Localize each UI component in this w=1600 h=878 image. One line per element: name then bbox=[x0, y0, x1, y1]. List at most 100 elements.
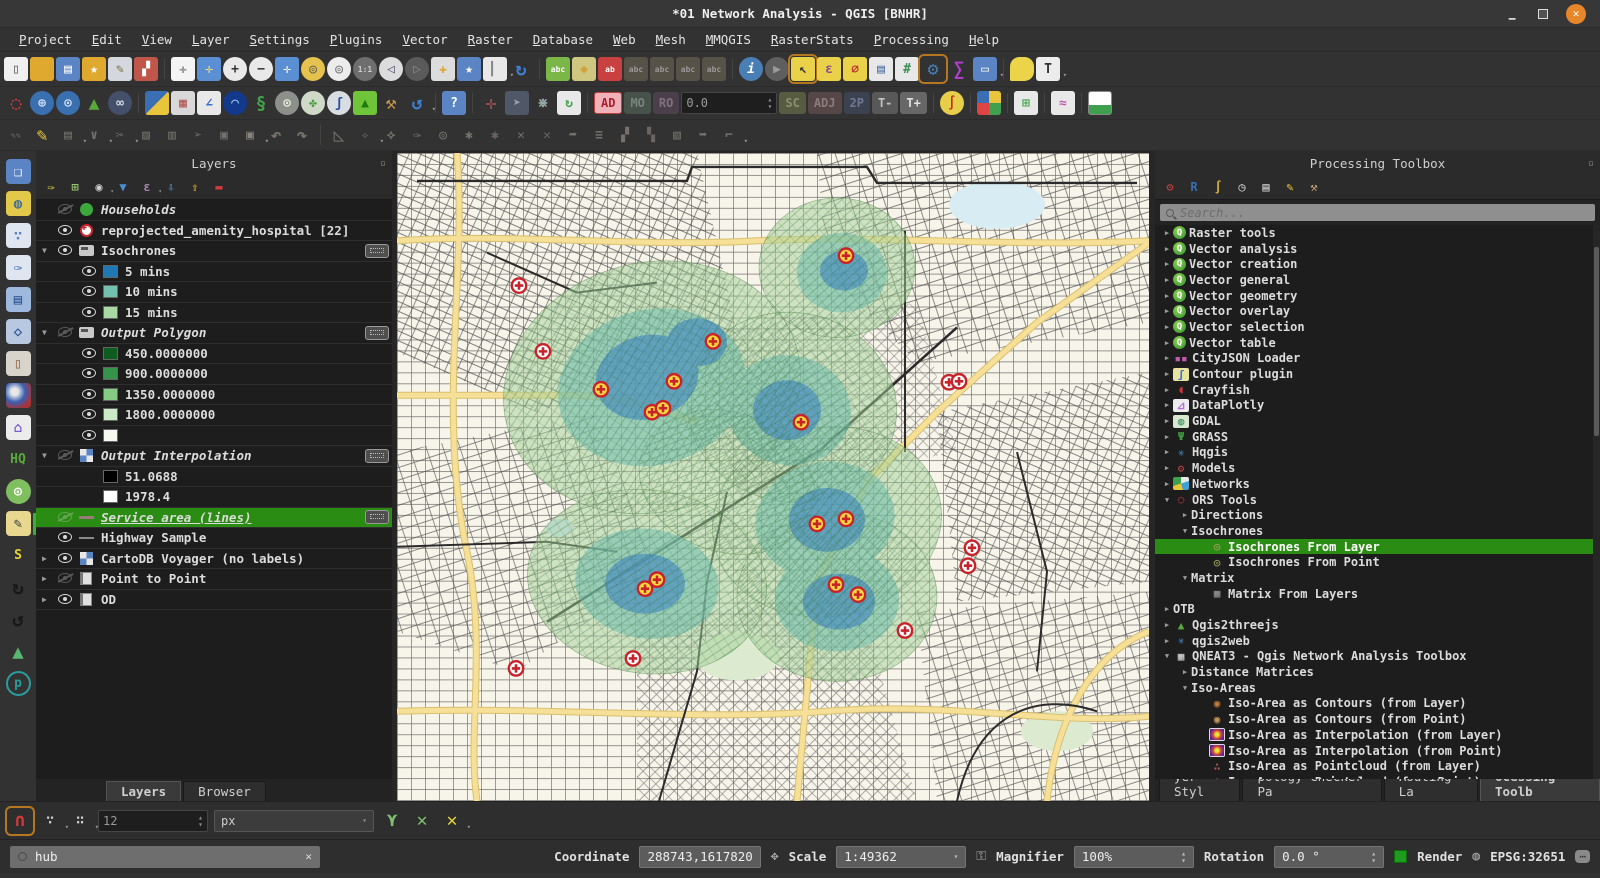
layer-row[interactable]: Households bbox=[36, 200, 392, 221]
processing-row[interactable]: ▼▦QNEAT3 - Qgis Network Analysis Toolbox bbox=[1155, 649, 1600, 665]
self-snapping-icon[interactable]: ✕▾ bbox=[440, 809, 464, 833]
letter-s-icon[interactable]: S bbox=[6, 543, 31, 568]
menu-view[interactable]: View bbox=[133, 30, 181, 49]
expand-icon[interactable]: ▼ bbox=[1161, 652, 1173, 660]
undo-history-icon[interactable]: ↺▾ bbox=[405, 91, 429, 115]
add-ring-icon[interactable]: ◎ bbox=[431, 123, 455, 147]
layer-row[interactable]: 5 mins bbox=[36, 262, 392, 283]
edit-features-inplace-icon[interactable]: ✎ bbox=[1281, 178, 1299, 196]
expand-icon[interactable]: ▼ bbox=[1179, 527, 1191, 535]
style-manager-icon[interactable]: ▞ bbox=[134, 57, 158, 81]
processing-row[interactable]: ▶◍GDAL bbox=[1155, 413, 1600, 429]
expand-icon[interactable]: ▶ bbox=[1161, 480, 1173, 488]
adj-button[interactable]: ADJ bbox=[808, 92, 842, 114]
expand-icon[interactable]: ▶ bbox=[1179, 511, 1191, 519]
processing-row[interactable]: ▼Matrix bbox=[1155, 570, 1600, 586]
leaf-plugin-icon[interactable]: ✤ bbox=[301, 91, 325, 115]
manage-visibility-icon[interactable]: ◉▾ bbox=[90, 178, 108, 196]
processing-row[interactable]: ◎Isochrones From Point bbox=[1155, 554, 1600, 570]
select-features-icon[interactable]: ↖▾ bbox=[791, 57, 815, 81]
snapping-type-icon[interactable]: ∷▾ bbox=[68, 809, 92, 833]
layer-row[interactable]: ▶CartoDB Voyager (no labels) bbox=[36, 549, 392, 570]
expand-icon[interactable]: ▼ bbox=[42, 451, 55, 460]
profile-tool-icon[interactable]: ∠ bbox=[197, 91, 221, 115]
reshape-features-icon[interactable]: ➦ bbox=[561, 123, 585, 147]
open-project-icon[interactable] bbox=[30, 57, 54, 81]
terrain-plugin-icon[interactable]: ▲ bbox=[353, 91, 377, 115]
zoom-full-icon[interactable]: ✛ bbox=[275, 57, 299, 81]
menu-raster[interactable]: Raster bbox=[459, 30, 522, 49]
maximize-button[interactable] bbox=[1538, 9, 1548, 19]
menu-vector[interactable]: Vector bbox=[393, 30, 456, 49]
visibility-eye-icon[interactable] bbox=[58, 327, 73, 338]
snapping-tolerance-spinbox[interactable]: 12▴▾ bbox=[98, 810, 208, 832]
expand-icon[interactable]: ▶ bbox=[1161, 401, 1173, 409]
pin-placement-icon[interactable]: ➤ bbox=[505, 91, 529, 115]
vertex-tool-icon[interactable]: ✂▾ bbox=[108, 123, 132, 147]
run-feature-action-icon[interactable]: ▶▾ bbox=[765, 57, 789, 81]
layer-row[interactable]: 1978.4 bbox=[36, 487, 392, 508]
add-wms-layer-icon[interactable]: ◍ bbox=[6, 191, 31, 216]
add-group-icon[interactable]: ⊞ bbox=[66, 178, 84, 196]
delete-part-icon[interactable]: ✕ bbox=[535, 123, 559, 147]
zoom-in-icon[interactable]: + bbox=[223, 57, 247, 81]
zoom-out-icon[interactable]: − bbox=[249, 57, 273, 81]
copy-features-icon[interactable]: ▣ bbox=[212, 123, 236, 147]
lock-scale-icon[interactable]: ⚿ bbox=[976, 849, 986, 864]
remove-layer-icon[interactable]: ▬ bbox=[210, 178, 228, 196]
visibility-eye-icon[interactable] bbox=[58, 450, 73, 461]
save-project-icon[interactable]: ▤ bbox=[56, 57, 80, 81]
build-tool-icon[interactable]: ⚒ bbox=[379, 91, 403, 115]
processing-row[interactable]: ▶QVector creation bbox=[1155, 256, 1600, 272]
dataplotly-curves-icon[interactable]: ≈ bbox=[1051, 91, 1075, 115]
processing-row[interactable]: ▶QVector analysis bbox=[1155, 241, 1600, 257]
edit-indicator-badge[interactable] bbox=[365, 326, 389, 340]
open-layer-styling-icon[interactable]: ✑ bbox=[42, 178, 60, 196]
text-annotation-icon[interactable]: T▾ bbox=[1036, 57, 1060, 81]
pan-to-selection-icon[interactable]: ✛ bbox=[197, 57, 221, 81]
osm-place-search-icon[interactable]: ⊙ bbox=[6, 479, 31, 504]
processing-row[interactable]: ∴Iso-Area as Pointcloud (from Layer) bbox=[1155, 758, 1600, 774]
layer-row[interactable]: 1800.0000000 bbox=[36, 405, 392, 426]
minimize-button[interactable]: ▁ bbox=[1504, 6, 1520, 22]
menu-edit[interactable]: Edit bbox=[83, 30, 131, 49]
expand-icon[interactable]: ▼ bbox=[1161, 496, 1173, 504]
expand-icon[interactable]: ▶ bbox=[1161, 448, 1173, 456]
p-plugin-icon[interactable]: p bbox=[6, 671, 31, 696]
snapping-units-combo[interactable]: px▾ bbox=[214, 810, 374, 832]
menu-project[interactable]: Project bbox=[10, 30, 81, 49]
layer-row[interactable]: ▼Output Interpolation bbox=[36, 446, 392, 467]
mo-button[interactable]: MO bbox=[624, 92, 650, 114]
processing-row[interactable]: ◎Isochrones From Layer bbox=[1155, 539, 1600, 555]
expand-icon[interactable]: ▶ bbox=[1161, 621, 1173, 629]
split-features-icon[interactable]: ▞ bbox=[613, 123, 637, 147]
merge-features-icon[interactable]: ▧ bbox=[665, 123, 689, 147]
osm-sphere-icon[interactable]: ◠ bbox=[223, 91, 247, 115]
menu-plugins[interactable]: Plugins bbox=[321, 30, 392, 49]
processing-row[interactable]: ▶Networks bbox=[1155, 476, 1600, 492]
statistics-icon[interactable]: # bbox=[895, 57, 919, 81]
statistical-summary-icon[interactable]: ∑ bbox=[947, 57, 971, 81]
python-scripts-icon[interactable]: ∫ bbox=[1209, 178, 1227, 196]
deselect-features-icon[interactable]: ∅ bbox=[843, 57, 867, 81]
visibility-eye-icon[interactable] bbox=[58, 512, 73, 523]
processing-row[interactable]: ▼Iso-Areas bbox=[1155, 680, 1600, 696]
processing-row[interactable]: Iso-Area as Interpolation (from Point) bbox=[1155, 743, 1600, 759]
delete-ring-icon[interactable]: ✕ bbox=[509, 123, 533, 147]
label-move-icon[interactable]: abc bbox=[650, 57, 674, 81]
enable-snapping-icon[interactable]: ∩ bbox=[8, 809, 32, 833]
add-delimited-text-icon[interactable]: ✑ bbox=[6, 255, 31, 280]
vertex-network-icon[interactable]: ⋇ bbox=[531, 91, 555, 115]
processing-row[interactable]: ▼◌ORS Tools bbox=[1155, 492, 1600, 508]
db-manager-icon[interactable]: ▯ bbox=[6, 351, 31, 376]
expand-icon[interactable]: ▶ bbox=[1161, 276, 1173, 284]
processing-row[interactable]: ▶▲Qgis2threejs bbox=[1155, 617, 1600, 633]
filter-legend-icon[interactable]: ▼ bbox=[114, 178, 132, 196]
results-viewer-icon[interactable]: ▤ bbox=[1257, 178, 1275, 196]
menu-layer[interactable]: Layer bbox=[183, 30, 239, 49]
pan-map-icon[interactable]: ✚ bbox=[171, 57, 195, 81]
processing-row[interactable]: ▶QRaster tools bbox=[1155, 225, 1600, 241]
simplify-feature-icon[interactable]: ✑ bbox=[405, 123, 429, 147]
visibility-eye-icon[interactable] bbox=[58, 532, 73, 543]
processing-row[interactable]: ▶ΨGRASS bbox=[1155, 429, 1600, 445]
